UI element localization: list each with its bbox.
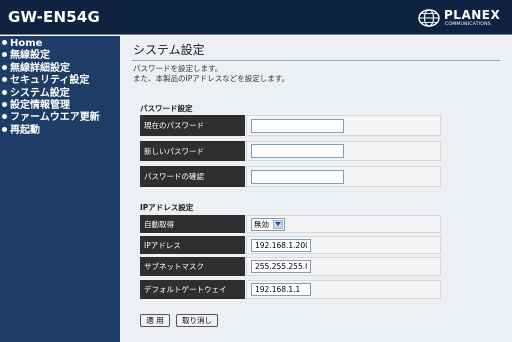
confirm-password-input[interactable] (251, 169, 344, 184)
subnet-mask-cell (246, 257, 441, 276)
default-gateway-input[interactable] (251, 283, 311, 296)
bullet-icon (2, 52, 7, 58)
auto-obtain-selected-value: 無効 (254, 219, 269, 229)
bullet-icon (2, 89, 7, 95)
ip-address-label: IPアドレス (140, 236, 245, 254)
current-password-cell (246, 115, 441, 136)
sidebar-item-home[interactable]: Home (2, 38, 120, 50)
current-password-label: 現在のパスワード (140, 115, 245, 136)
bullet-icon (2, 40, 7, 45)
sidebar-item-label: 無線設定 (10, 50, 50, 62)
sidebar-item-label: 無線詳細設定 (10, 62, 70, 74)
subnet-mask-input[interactable] (251, 260, 311, 273)
sidebar-item-system[interactable]: システム設定 (2, 88, 120, 100)
chevron-down-icon[interactable] (273, 219, 283, 229)
default-gateway-label: デフォルトゲートウェイ (140, 280, 245, 299)
ip-section-heading: IPアドレス設定 (140, 203, 194, 212)
sidebar-item-reboot[interactable]: 再起動 (2, 125, 120, 137)
current-password-input[interactable] (251, 118, 344, 133)
logo-brand-text: PLANEX (444, 8, 501, 22)
sidebar-item-label: セキュリティ設定 (10, 75, 90, 87)
title-divider (132, 60, 500, 61)
subnet-mask-label: サブネットマスク (140, 257, 245, 276)
auto-obtain-cell: 無効 (246, 215, 441, 233)
new-password-cell (246, 141, 441, 161)
sidebar-nav: Home 無線設定 無線詳細設定 セキュリティ設定 システム設定 設定情報管理 … (0, 36, 120, 342)
sidebar-item-label: システム設定 (10, 87, 70, 99)
sidebar-item-wireless-advanced[interactable]: 無線詳細設定 (2, 63, 120, 75)
ip-address-input[interactable] (251, 238, 311, 252)
default-gateway-cell (246, 280, 441, 299)
logo-sub-text: COMMUNICATIONS (445, 22, 491, 27)
apply-button[interactable]: 適 用 (140, 314, 170, 327)
sidebar-item-security[interactable]: セキュリティ設定 (2, 75, 120, 87)
auto-obtain-label: 自動取得 (140, 215, 245, 233)
password-section-heading: パスワード設定 (140, 104, 193, 113)
header-bar: GW-EN54G PLANEX COMMUNICATIONS (0, 0, 512, 35)
ip-address-cell (246, 236, 441, 254)
cancel-button[interactable]: 取り消し (176, 314, 218, 327)
main-content: システム設定 パスワードを設定します。 また、本製品のIPアドレスなどを設定しま… (120, 36, 512, 342)
bullet-icon (2, 101, 7, 107)
sidebar-item-label: 設定情報管理 (10, 99, 70, 111)
globe-icon (418, 9, 440, 27)
description-line: また、本製品のIPアドレスなどを設定します。 (133, 73, 289, 83)
confirm-password-label: パスワードの確認 (140, 166, 245, 187)
bullet-icon (2, 126, 7, 132)
sidebar-item-config-management[interactable]: 設定情報管理 (2, 100, 120, 112)
sidebar-item-wireless[interactable]: 無線設定 (2, 50, 120, 62)
new-password-input[interactable] (251, 144, 344, 158)
bullet-icon (2, 77, 7, 83)
planex-logo: PLANEX COMMUNICATIONS (418, 8, 510, 30)
auto-obtain-select[interactable]: 無効 (251, 217, 285, 231)
sidebar-item-label: Home (10, 38, 43, 49)
sidebar-item-label: ファームウエア更新 (10, 112, 100, 124)
sidebar-item-label: 再起動 (10, 124, 40, 136)
page-title: システム設定 (133, 43, 205, 57)
new-password-label: 新しいパスワード (140, 141, 245, 161)
bullet-icon (2, 64, 7, 70)
description-line: パスワードを設定します。 (133, 64, 223, 73)
confirm-password-cell (246, 166, 441, 187)
sidebar-item-firmware-update[interactable]: ファームウエア更新 (2, 112, 120, 124)
page-description: パスワードを設定します。 また、本製品のIPアドレスなどを設定します。 (133, 64, 289, 83)
bullet-icon (2, 114, 7, 120)
device-model-title: GW-EN54G (8, 8, 100, 26)
